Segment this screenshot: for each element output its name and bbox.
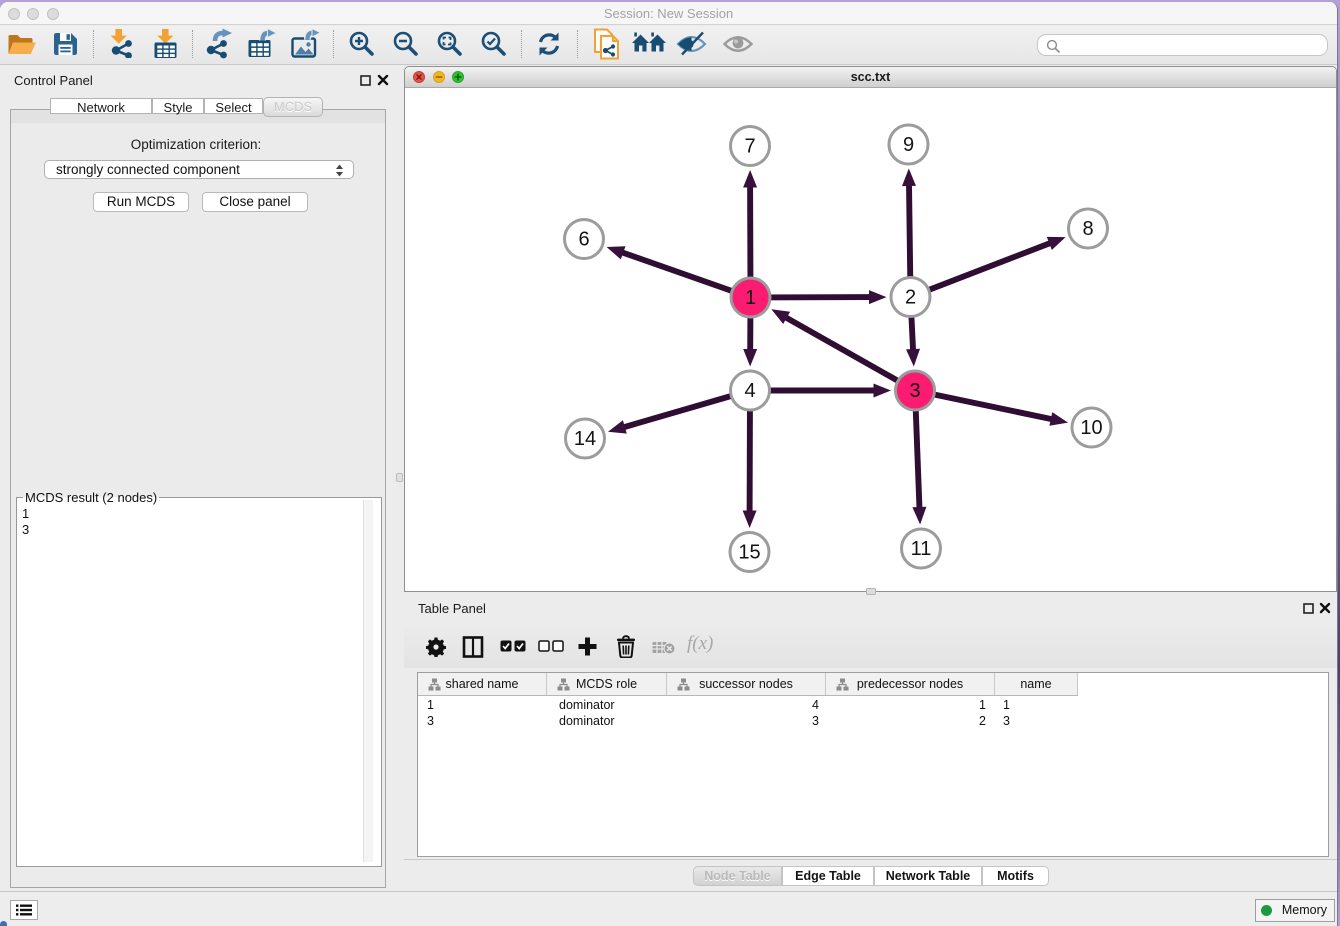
svg-text:7: 7 bbox=[744, 136, 755, 158]
svg-text:6: 6 bbox=[578, 229, 589, 251]
svg-text:2: 2 bbox=[905, 287, 916, 309]
svg-text:4: 4 bbox=[744, 380, 755, 402]
svg-text:1: 1 bbox=[745, 287, 756, 309]
svg-text:3: 3 bbox=[909, 380, 920, 402]
svg-text:10: 10 bbox=[1080, 417, 1102, 439]
svg-text:11: 11 bbox=[911, 538, 932, 560]
svg-text:15: 15 bbox=[738, 542, 760, 564]
svg-text:8: 8 bbox=[1082, 218, 1093, 240]
svg-text:14: 14 bbox=[574, 428, 596, 450]
svg-text:9: 9 bbox=[903, 134, 914, 156]
